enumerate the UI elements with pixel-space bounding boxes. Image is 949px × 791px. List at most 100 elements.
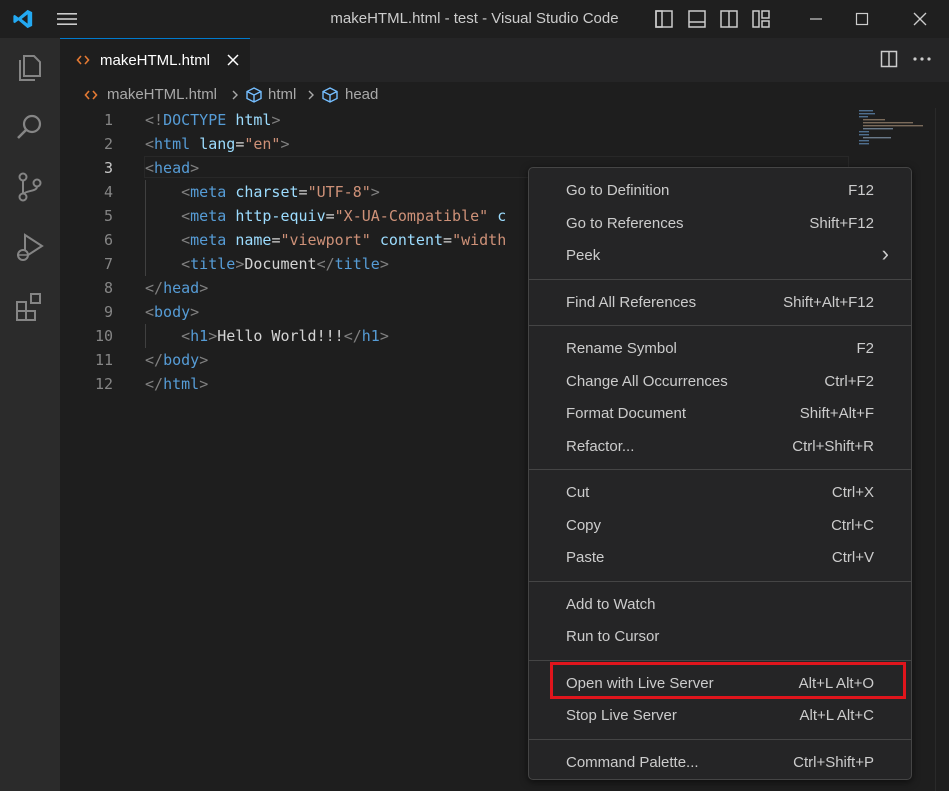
menu-item-paste[interactable]: Paste Ctrl+V: [529, 542, 911, 574]
menu-item-go-to-definition[interactable]: Go to Definition F12: [529, 175, 911, 207]
code-token: body: [163, 351, 200, 369]
chevron-right-icon: [308, 90, 314, 100]
menu-item-go-to-references[interactable]: Go to References Shift+F12: [529, 208, 911, 240]
menu-item-format-document[interactable]: Format Document Shift+Alt+F: [529, 398, 911, 430]
search-icon[interactable]: [13, 110, 47, 144]
menu-item-add-to-watch[interactable]: Add to Watch: [529, 589, 911, 621]
menu-item-shortcut: Shift+Alt+F: [799, 405, 874, 422]
menu-separator: [529, 738, 911, 740]
menu-item-label: Format Document: [566, 405, 687, 422]
code-text: </head>: [145, 276, 208, 300]
menu-item-label: Refactor...: [566, 437, 635, 455]
code-token: content: [379, 231, 444, 249]
code-token: <: [145, 135, 155, 153]
toggle-primary-sidebar-icon[interactable]: [654, 9, 674, 29]
code-token: title: [190, 255, 236, 273]
code-token: meta: [190, 183, 227, 201]
line-number: 8: [103, 279, 113, 297]
menu-item-rename-symbol[interactable]: Rename Symbol F2: [529, 333, 911, 365]
extensions-icon[interactable]: [13, 290, 47, 324]
menu-item-label: Go to Definition: [566, 182, 670, 199]
code-token: >: [199, 375, 209, 393]
minimize-button[interactable]: [793, 0, 839, 38]
menu-item-shortcut: Ctrl+Shift+R: [792, 437, 874, 455]
code-text: <head>: [145, 156, 199, 180]
code-token: h1: [361, 327, 380, 345]
code-text: <title>Document</title>: [145, 252, 389, 276]
toggle-panel-icon[interactable]: [687, 9, 707, 29]
menu-item-shortcut: Alt+L Alt+C: [799, 707, 875, 724]
menu-item-label: Paste: [566, 549, 605, 566]
line-number: 6: [103, 231, 113, 249]
code-text: </html>: [145, 372, 208, 396]
code-token: >: [379, 327, 389, 345]
code-token: >: [271, 111, 281, 129]
code-token: <: [145, 303, 155, 321]
code-token: </: [343, 327, 362, 345]
code-token: title: [334, 255, 380, 273]
menu-item-label: Command Palette...: [566, 753, 699, 771]
chevron-right-icon: [232, 90, 238, 100]
code-token: body: [154, 303, 191, 321]
code-text: <body>: [145, 300, 199, 324]
menu-item-find-all-references[interactable]: Find All References Shift+Alt+F12: [529, 287, 911, 319]
code-token: head: [163, 279, 200, 297]
code-text: <meta charset="UTF-8">: [145, 180, 380, 204]
maximize-button[interactable]: [839, 0, 885, 38]
code-token: name: [235, 231, 272, 249]
code-token: >: [190, 159, 200, 177]
menu-item-refactor[interactable]: Refactor... Ctrl+Shift+R: [529, 431, 911, 463]
close-icon[interactable]: [226, 53, 240, 67]
minimap-preview: [859, 110, 923, 145]
menu-separator: [529, 469, 911, 470]
close-window-button[interactable]: [897, 0, 943, 38]
line-number: 11: [94, 351, 113, 369]
more-actions-icon[interactable]: [912, 50, 932, 68]
line-number: 4: [103, 183, 113, 201]
code-token: DOCTYPE: [163, 111, 227, 129]
vertical-scrollbar[interactable]: [935, 108, 949, 791]
menu-item-stop-live-server[interactable]: Stop Live Server Alt+L Alt+C: [529, 700, 911, 732]
editor-tabs-bar: makeHTML.html: [60, 38, 949, 82]
code-line[interactable]: 1 <!DOCTYPE html>: [60, 108, 849, 132]
tab-label: makeHTML.html: [100, 52, 211, 69]
menu-item-run-to-cursor[interactable]: Run to Cursor: [529, 621, 911, 653]
menu-item-label: Change All Occurrences: [566, 372, 728, 390]
customize-layout-icon[interactable]: [751, 9, 771, 29]
code-token: >: [235, 255, 245, 273]
menu-item-copy[interactable]: Copy Ctrl+C: [529, 510, 911, 542]
explorer-icon[interactable]: [13, 50, 47, 84]
code-line[interactable]: 2 <html lang="en">: [60, 132, 849, 156]
code-token: "en": [244, 135, 281, 153]
code-token: head: [154, 159, 191, 177]
menu-item-command-palette[interactable]: Command Palette... Ctrl+Shift+P: [529, 747, 911, 779]
source-control-icon[interactable]: [13, 170, 47, 204]
menu-separator: [529, 325, 911, 326]
code-token: =: [235, 135, 245, 153]
close-icon: [913, 12, 927, 26]
menu-item-change-all-occurrences[interactable]: Change All Occurrences Ctrl+F2: [529, 366, 911, 398]
breadcrumb-html[interactable]: html: [268, 82, 296, 108]
menu-item-peek[interactable]: Peek ›: [529, 240, 911, 272]
code-text: </body>: [145, 348, 208, 372]
breadcrumb-file[interactable]: makeHTML.html: [107, 82, 217, 108]
symbol-icon: [246, 87, 262, 103]
toggle-secondary-sidebar-icon[interactable]: [719, 9, 739, 29]
split-editor-icon[interactable]: [880, 50, 898, 68]
menu-item-label: Go to References: [566, 214, 684, 232]
menu-item-cut[interactable]: Cut Ctrl+X: [529, 477, 911, 509]
breadcrumb-head[interactable]: head: [345, 82, 378, 108]
code-token: >: [199, 279, 209, 297]
code-token: html: [154, 135, 191, 153]
code-token: =: [298, 183, 308, 201]
line-number: 7: [103, 255, 113, 273]
tab-makehtml[interactable]: makeHTML.html: [60, 38, 250, 82]
code-token: meta: [190, 231, 227, 249]
line-number: 3: [103, 159, 113, 177]
run-debug-icon[interactable]: [13, 230, 47, 264]
